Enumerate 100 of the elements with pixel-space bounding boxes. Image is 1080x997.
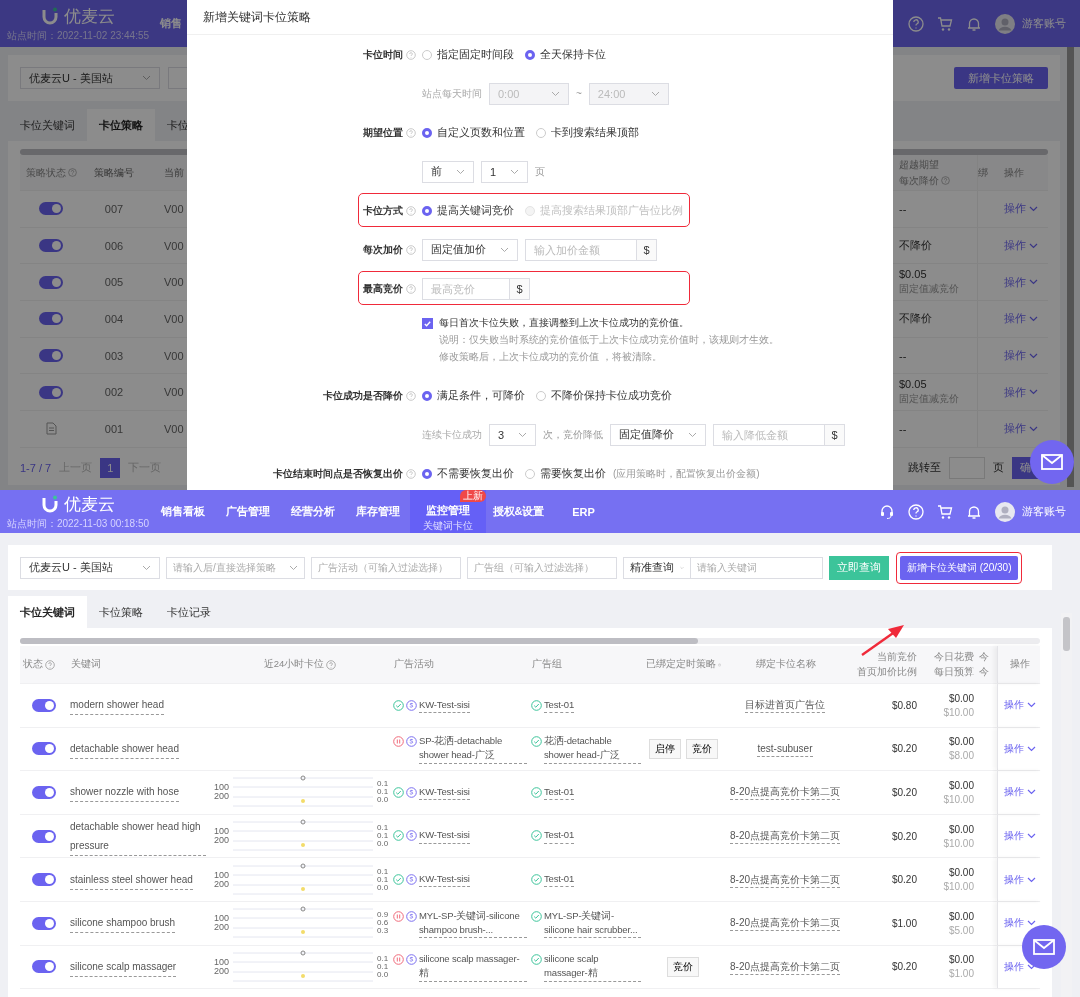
tab[interactable]: 卡位策略 (87, 596, 155, 628)
radio-option[interactable]: 自定义页数和位置 (422, 125, 525, 140)
slot-link[interactable]: 8-20点提高竞价卡第二页 (730, 958, 840, 975)
input-field[interactable]: 输入加价金额 (525, 238, 637, 261)
policy-button[interactable]: 竞价 (667, 956, 699, 977)
campaign-link[interactable]: silicone scalp massager-精 (419, 952, 527, 982)
radio-option[interactable]: 指定固定时间段 (422, 47, 514, 62)
select-field[interactable]: 固定值降价 (610, 423, 707, 446)
toggle-switch[interactable] (32, 742, 56, 756)
headset-icon[interactable] (879, 503, 895, 520)
scrollbar-thumb[interactable] (1063, 617, 1070, 651)
policy-button[interactable]: 竞价 (685, 738, 718, 759)
ad-group-filter-field[interactable]: 广告组（可输入过滤选择） (467, 556, 617, 579)
nav-item[interactable]: 销售看板 (150, 490, 215, 533)
ad-group-link[interactable]: Test-01 (544, 828, 575, 844)
toggle-switch[interactable] (39, 275, 63, 289)
keyword-field[interactable]: 请输入关键词 (691, 556, 823, 579)
slot-link[interactable]: 8-20点提高竞价卡第二页 (730, 915, 840, 932)
tab[interactable]: 卡位关键词 (8, 596, 87, 628)
keyword-link[interactable]: shower nozzle with hose (70, 782, 179, 803)
campaign-link[interactable]: MYL-SP-关键词-silicone shampoo brush-... (419, 908, 527, 938)
toggle-switch[interactable] (32, 873, 56, 887)
keyword-link[interactable]: silicone scalp massager (70, 956, 177, 977)
radio-option[interactable]: 提高关键词竞价 (422, 203, 514, 218)
scrollbar[interactable] (1067, 47, 1074, 487)
store-select[interactable]: 优麦云U - 美国站 (20, 67, 160, 89)
tab[interactable]: 卡位记录 (155, 596, 223, 628)
action-dropdown[interactable]: 操作 (1004, 785, 1036, 800)
campaign-link[interactable]: SP-花洒-detachable shower head-广泛 (419, 734, 527, 764)
toggle-switch[interactable] (39, 202, 63, 216)
policy-button[interactable]: 启停 (648, 738, 681, 759)
select-field[interactable]: 1 (481, 160, 529, 183)
campaign-link[interactable]: KW-Test-sisi (419, 828, 470, 844)
ad-group-link[interactable]: MYL-SP-关键词-silicone hair scrubber... (544, 908, 641, 938)
add-keyword-button[interactable]: 新增卡位关键词 (20/30) (900, 555, 1019, 580)
action-dropdown[interactable]: 操作 (1004, 872, 1036, 887)
envelope-icon[interactable] (1041, 454, 1063, 470)
account-name[interactable]: 游客账号 (1022, 504, 1066, 519)
campaign-link[interactable]: KW-Test-sisi (419, 784, 470, 801)
radio-option[interactable]: 需要恢复出价 (应用策略时，配置恢复出价金额) (525, 466, 760, 481)
cart-icon[interactable] (937, 15, 953, 32)
bell-icon[interactable] (966, 503, 982, 520)
toggle-switch[interactable] (39, 312, 63, 326)
action-dropdown[interactable]: 操作 (1004, 916, 1036, 931)
radio-option[interactable]: 不降价保持卡位成功竞价 (536, 388, 672, 403)
slot-link[interactable]: 8-20点提高竞价卡第二页 (730, 828, 840, 845)
keyword-link[interactable]: detachable shower head (70, 738, 179, 759)
ad-group-link[interactable]: Test-01 (544, 697, 575, 713)
select-field[interactable]: 3 (489, 423, 537, 446)
toggle-switch[interactable] (32, 698, 56, 712)
scrollbar-thumb[interactable] (20, 638, 698, 644)
keyword-link[interactable]: silicone shampoo brush (70, 913, 176, 934)
ad-group-link[interactable]: Test-01 (544, 784, 575, 801)
keyword-link[interactable]: detachable shower head high pressure (70, 816, 206, 856)
action-dropdown[interactable]: 操作 (1004, 829, 1036, 844)
cart-icon[interactable] (937, 503, 953, 520)
toggle-switch[interactable] (39, 385, 63, 399)
keyword-link[interactable]: stainless steel shower head (70, 869, 193, 890)
toggle-switch[interactable] (39, 239, 63, 253)
nav-item[interactable]: 广告管理 (215, 490, 280, 533)
nav-item[interactable]: 库存管理 (345, 490, 410, 533)
ad-group-link[interactable]: 花洒-detachable shower head-广泛 (544, 734, 641, 764)
toggle-switch[interactable] (32, 960, 56, 974)
checkbox[interactable] (422, 318, 433, 329)
input-field[interactable]: 最高竞价 (422, 277, 510, 300)
radio-option[interactable]: 不需要恢复出价 (422, 466, 514, 481)
avatar-icon[interactable] (995, 501, 1015, 522)
tab[interactable]: 卡位关键词 (8, 109, 87, 141)
ad-group-link[interactable]: silicone scalp massager-精 (544, 952, 641, 982)
match-select[interactable]: 精准查询 (623, 556, 691, 579)
radio-option[interactable]: 全天保持卡位 (525, 47, 606, 62)
keyword-link[interactable]: modern shower head (70, 695, 164, 716)
slot-link[interactable]: 目标进首页广告位 (745, 697, 825, 714)
radio-option[interactable]: 满足条件，可降价 (422, 388, 525, 403)
input-field[interactable]: 输入降低金额 (713, 423, 826, 446)
avatar-icon[interactable] (995, 13, 1015, 34)
radio-option[interactable]: 卡到搜索结果顶部 (536, 125, 639, 140)
ad-group-link[interactable]: Test-01 (544, 872, 575, 888)
nav-item[interactable]: 授权&设置 (486, 490, 551, 533)
campaign-link[interactable]: KW-Test-sisi (419, 872, 470, 888)
slot-link[interactable]: test-subuser (757, 740, 813, 757)
bell-icon[interactable] (966, 15, 982, 32)
tab[interactable]: 卡位策略 (87, 109, 155, 141)
nav-item[interactable]: 经营分析 (280, 490, 345, 533)
nav-item[interactable]: ERP (551, 490, 616, 533)
toggle-switch[interactable] (32, 786, 56, 799)
slot-link[interactable]: 8-20点提高竞价卡第二页 (730, 784, 840, 801)
select-field[interactable]: 前 (422, 160, 474, 183)
slot-link[interactable]: 8-20点提高竞价卡第二页 (730, 871, 840, 888)
select-field[interactable]: 固定值加价 (422, 238, 518, 261)
toggle-switch[interactable] (32, 916, 56, 930)
scrollbar[interactable] (20, 638, 1040, 644)
action-dropdown[interactable]: 操作 (1004, 741, 1036, 756)
toggle-switch[interactable] (39, 349, 63, 363)
action-dropdown[interactable]: 操作 (1004, 698, 1036, 713)
campaign-filter-field[interactable]: 广告活动（可输入过滤选择） (311, 556, 461, 579)
toggle-switch[interactable] (32, 829, 56, 843)
store-select[interactable]: 优麦云U - 美国站 (20, 556, 160, 579)
envelope-icon[interactable] (1033, 939, 1055, 955)
campaign-link[interactable]: KW-Test-sisi (419, 697, 470, 713)
